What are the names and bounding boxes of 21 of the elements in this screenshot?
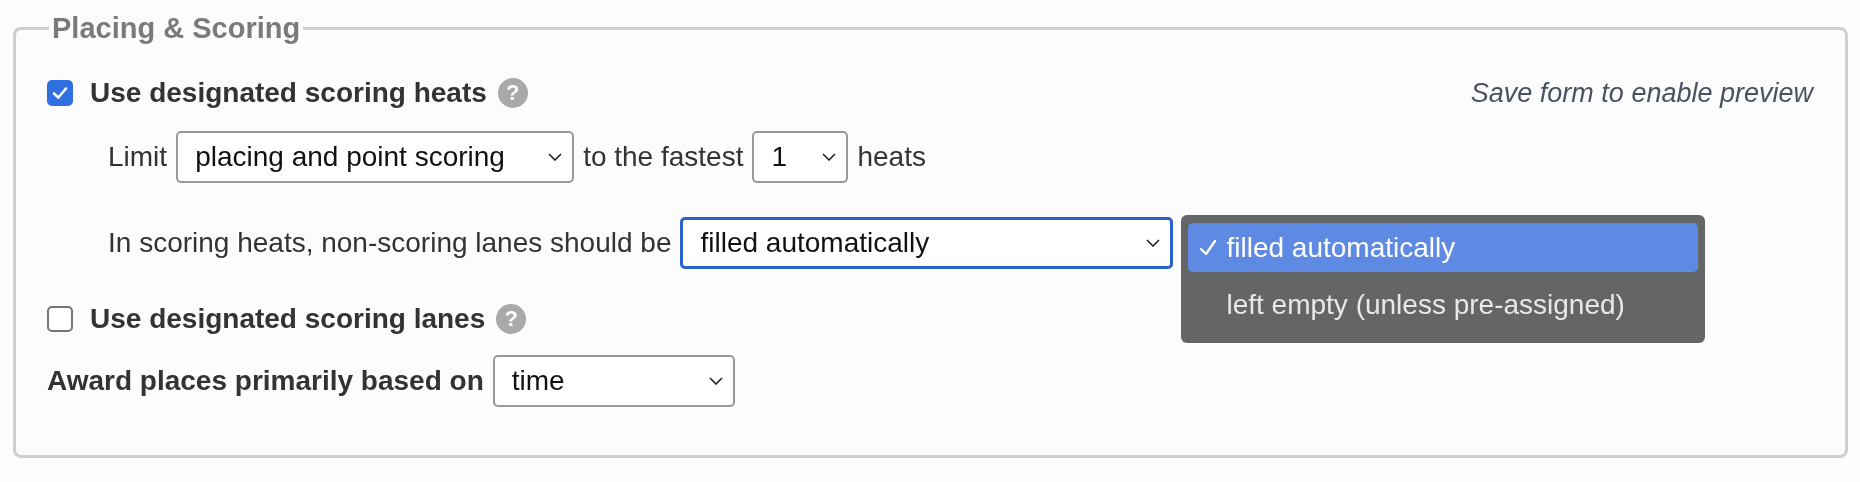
chevron-icon [548,153,563,161]
count-select[interactable]: 1 [752,131,849,183]
heats-label: heats [857,141,926,173]
award-select[interactable]: time [492,355,735,407]
chevron-icon [1146,239,1161,247]
check-icon [1198,237,1219,258]
lanes-label: In scoring heats, non-scoring lanes should be [108,227,672,259]
award-label: Award places primarily based on [47,365,484,397]
chevron-icon [822,153,837,161]
checkbox-label[interactable]: Use designated scoring lanes [90,303,486,335]
panel-title: Placing & Scoring [51,12,302,45]
fastest-label: to the fastest [583,141,744,173]
checkbox[interactable] [47,80,73,106]
preview-note: Save form to enable preview [1470,77,1813,109]
dropdown-option[interactable]: left empty (unless pre-assigned) [1188,280,1699,329]
lanes-select[interactable]: filled automatically [680,217,1174,269]
checkbox[interactable] [47,306,73,332]
limit-label: Limit [108,141,168,173]
checkbox-label[interactable]: Use designated scoring heats [90,77,487,109]
scope-select[interactable]: placing and point scoring [176,131,575,183]
chevron-icon [708,377,723,385]
